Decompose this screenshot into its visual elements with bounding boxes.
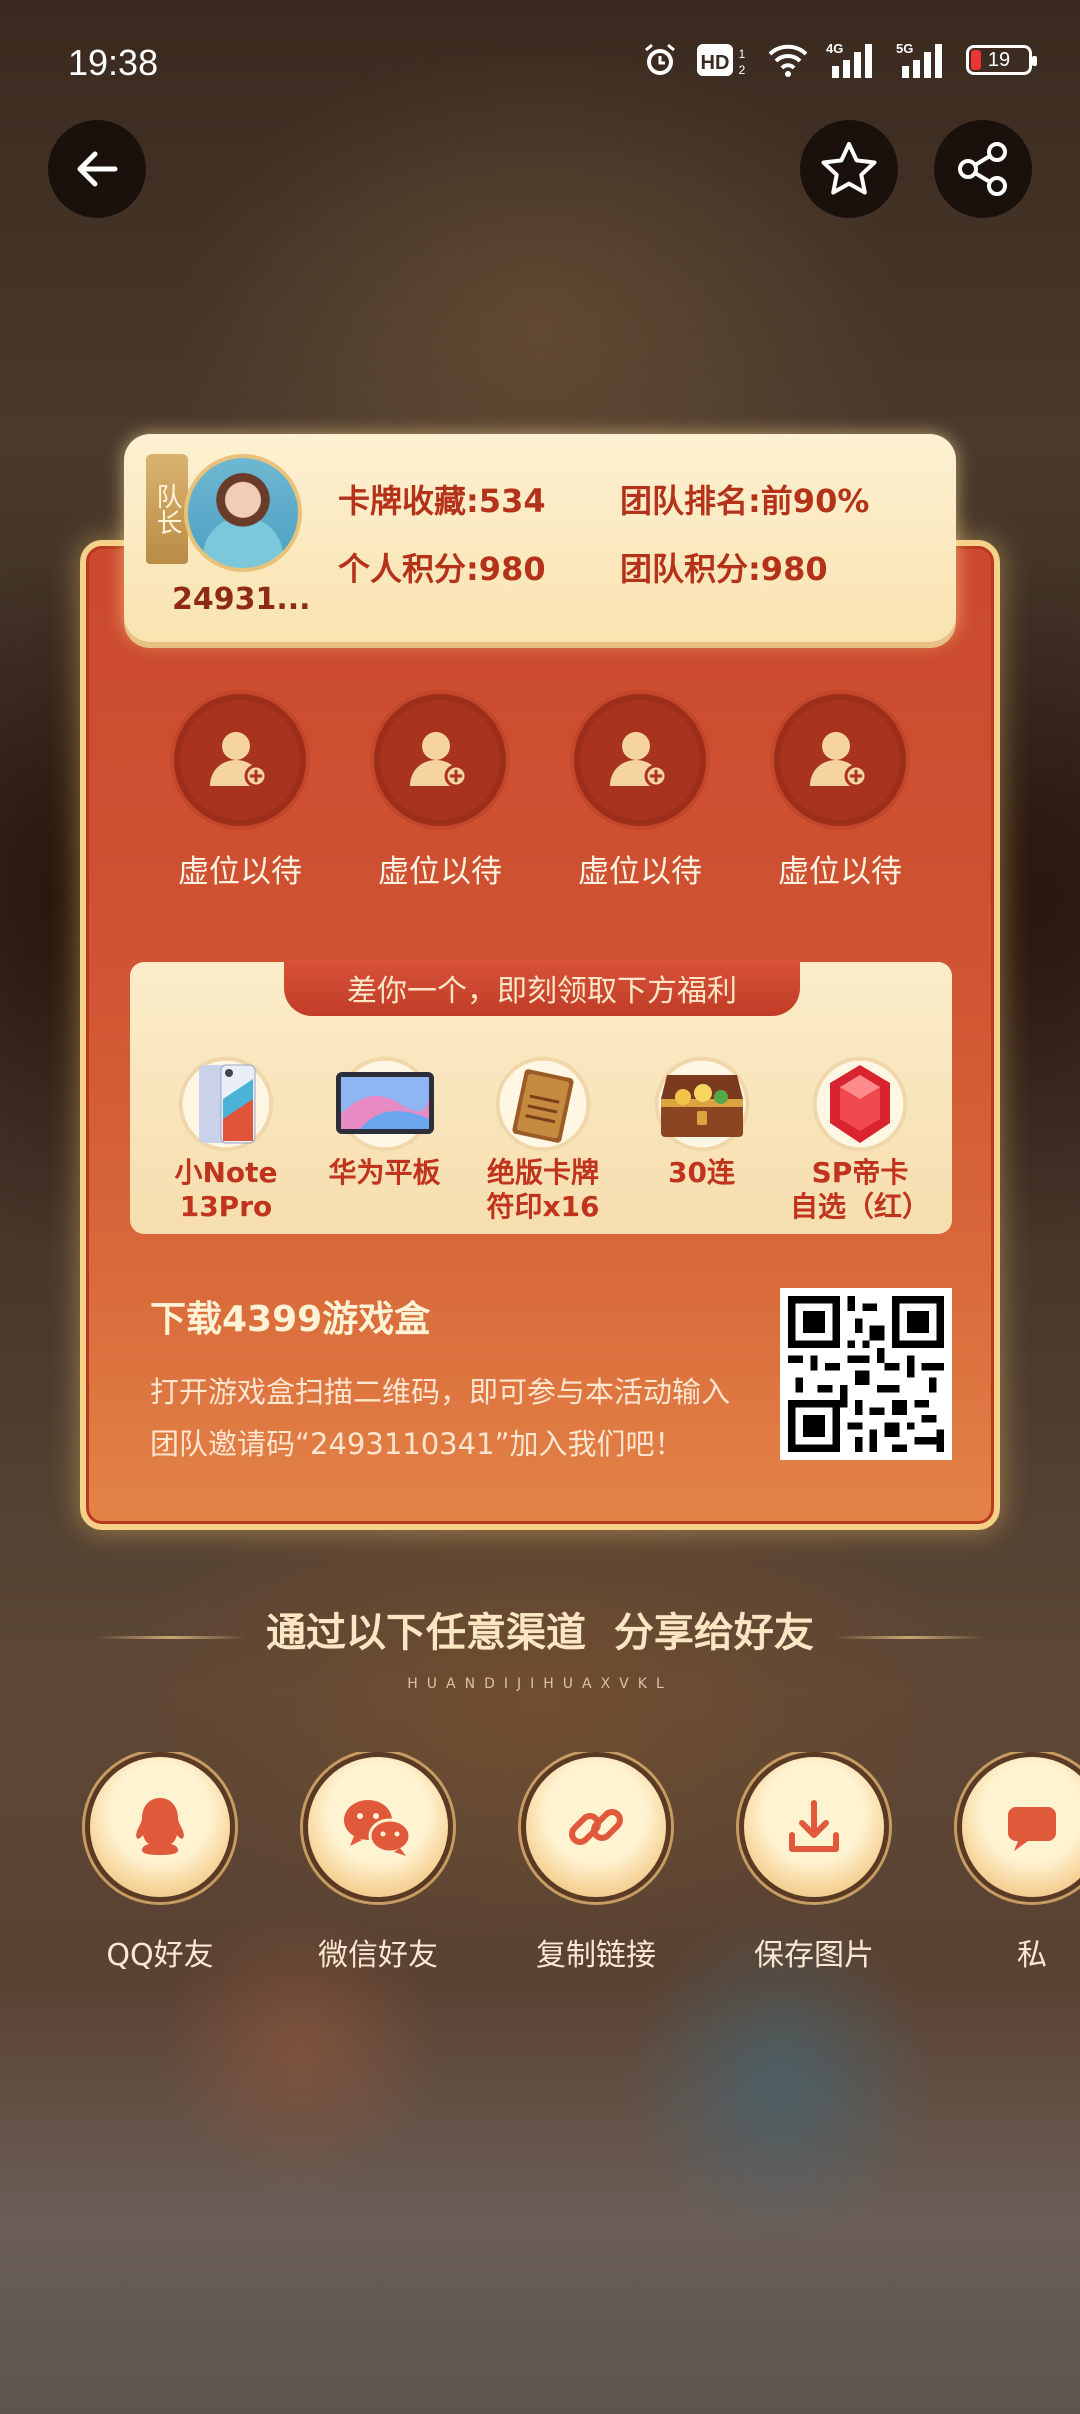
reward-label: SP帝卡 自选（红）	[789, 1156, 930, 1223]
star-icon	[821, 142, 877, 195]
captain-badge-text: 队长	[152, 483, 182, 535]
add-member-icon	[170, 690, 310, 830]
wechat-icon	[303, 1752, 453, 1902]
stat-team-points: 团队积分:980	[620, 550, 828, 588]
share-channel-label: 复制链接	[536, 1938, 656, 1972]
download-title: 下载4399游戏盒	[150, 1299, 431, 1340]
share-button[interactable]	[934, 120, 1032, 218]
share-channel-copy-link[interactable]: 复制链接	[516, 1752, 676, 1972]
reward-label: 绝版卡牌 符印x16	[486, 1156, 600, 1223]
stat-team-rank: 团队排名:前90%	[620, 482, 870, 520]
svg-text:HD: HD	[701, 52, 730, 74]
battery-icon: 19	[966, 45, 1037, 75]
share-channel-label: 保存图片	[754, 1938, 874, 1972]
member-slot-label: 虚位以待	[778, 854, 902, 890]
stat-card-collection: 卡牌收藏:534	[338, 482, 546, 520]
treasure-chest-icon	[641, 1054, 762, 1154]
member-slot[interactable]: 虚位以待	[740, 690, 940, 891]
link-icon	[521, 1752, 671, 1902]
reward-item: 小Note 13Pro	[148, 1054, 304, 1224]
reward-item: SP帝卡 自选（红）	[782, 1054, 938, 1224]
share-channel-wechat[interactable]: 微信好友	[298, 1752, 458, 1972]
card-seal-icon	[483, 1054, 603, 1154]
rewards-banner: 差你一个，即刻领取下方福利	[284, 960, 800, 1016]
download-icon	[739, 1752, 889, 1902]
arrow-left-icon	[77, 151, 118, 187]
svg-text:2: 2	[739, 63, 746, 77]
status-time: 19:38	[68, 42, 159, 83]
add-member-icon	[770, 690, 910, 830]
reward-label: 30连	[668, 1156, 735, 1189]
reward-label: 小Note 13Pro	[174, 1156, 278, 1223]
back-button[interactable]	[48, 120, 146, 218]
reward-list: 小Note 13Pro 华为平板 绝版卡牌 符印x16 30连 SP帝卡 自选（…	[148, 1054, 938, 1224]
captain-badge: 队长	[146, 454, 188, 564]
qr-code-icon	[788, 1296, 944, 1452]
4g-signal-icon: 4G	[826, 40, 880, 80]
member-slot-label: 虚位以待	[378, 854, 502, 890]
5g-signal-icon: 5G	[896, 40, 950, 80]
share-channel-label: 微信好友	[318, 1938, 438, 1972]
svg-text:5G: 5G	[896, 41, 913, 56]
team-card-header: 队长 24931... 卡牌收藏:534 团队排名:前90% 个人积分:980 …	[124, 434, 956, 642]
ruby-icon	[800, 1054, 920, 1154]
share-icon	[958, 142, 1007, 196]
captain-id: 24931...	[172, 582, 311, 617]
member-slot[interactable]: 虚位以待	[340, 690, 540, 891]
reward-label: 华为平板	[328, 1156, 441, 1189]
share-channel-save-image[interactable]: 保存图片	[734, 1752, 894, 1972]
download-description: 打开游戏盒扫描二维码，即可参与本活动输入团队邀请码“2493110341”加入我…	[150, 1375, 731, 1461]
svg-text:1: 1	[739, 47, 746, 61]
phone-icon	[166, 1054, 286, 1154]
member-slot[interactable]: 虚位以待	[140, 690, 340, 891]
chat-icon	[957, 1752, 1080, 1902]
reward-item: 30连	[624, 1054, 780, 1224]
add-member-icon	[570, 690, 710, 830]
share-channels: QQ好友 微信好友 复制链接 保存图片 私	[80, 1752, 1080, 1972]
share-channel-label: 私	[1017, 1938, 1047, 1972]
member-slot-label: 虚位以待	[578, 854, 702, 890]
member-slot-label: 虚位以待	[178, 854, 302, 890]
member-slot[interactable]: 虚位以待	[540, 690, 740, 891]
share-channel-qq[interactable]: QQ好友	[80, 1752, 240, 1972]
tablet-icon	[324, 1054, 445, 1154]
share-subtitle: HUANDIJIHUAXVKL	[407, 1676, 673, 1692]
avatar[interactable]	[184, 454, 302, 572]
battery-level: 19	[987, 48, 1011, 71]
member-slots: 虚位以待 虚位以待 虚位以待 虚位以待	[140, 690, 940, 891]
reward-item: 绝版卡牌 符印x16	[465, 1054, 621, 1224]
add-member-icon	[370, 690, 510, 830]
stat-personal-points: 个人积分:980	[338, 550, 546, 588]
share-title: 通过以下任意渠道 分享给好友	[266, 1609, 814, 1656]
favorite-button[interactable]	[800, 120, 898, 218]
reward-item: 华为平板	[307, 1054, 463, 1224]
wifi-icon	[766, 42, 810, 78]
status-bar: 19:38 HD 1 2 4G 5G 19	[0, 0, 1080, 120]
alarm-icon	[640, 40, 680, 80]
qr-code	[780, 1288, 952, 1460]
hd-icon: HD 1 2	[696, 42, 750, 78]
status-icons: HD 1 2 4G 5G 19	[640, 40, 1037, 80]
share-channel-label: QQ好友	[106, 1938, 214, 1972]
svg-text:4G: 4G	[826, 41, 843, 56]
share-channel-private-message[interactable]: 私	[952, 1752, 1080, 1972]
rewards-panel: 差你一个，即刻领取下方福利 小Note 13Pro 华为平板 绝版卡牌 符印x1…	[130, 960, 952, 1234]
qq-icon	[85, 1752, 235, 1902]
